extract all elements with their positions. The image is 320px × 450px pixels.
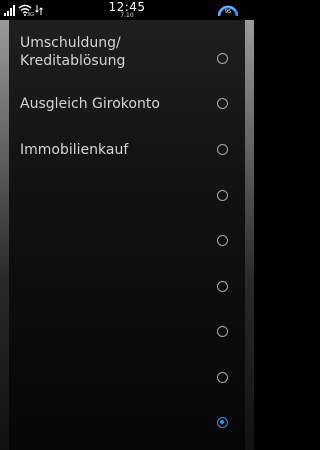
- screen: 3G 12:45 7.10 95 Umschuldung/ Kreditablö…: [0, 0, 254, 450]
- list-item[interactable]: [9, 314, 245, 360]
- option-label: Ausgleich Girokonto: [20, 96, 160, 112]
- radio-button[interactable]: [217, 326, 228, 337]
- radio-button[interactable]: [217, 190, 228, 201]
- list-item[interactable]: [9, 405, 245, 450]
- list-item[interactable]: Immobilienkauf: [9, 132, 245, 178]
- right-edge: [245, 20, 254, 450]
- list-item[interactable]: [9, 269, 245, 315]
- option-label: Umschuldung/ Kreditablösung: [20, 35, 126, 69]
- status-bar: 3G 12:45 7.10 95: [0, 0, 254, 20]
- battery-level: 95: [224, 9, 232, 15]
- radio-button[interactable]: [217, 144, 228, 155]
- date: 7.10: [120, 12, 134, 19]
- radio-button-selected[interactable]: [217, 417, 228, 428]
- list-item[interactable]: [9, 178, 245, 224]
- clock-area: 12:45 7.10: [0, 0, 254, 19]
- list-item[interactable]: [9, 360, 245, 406]
- radio-button[interactable]: [217, 281, 228, 292]
- option-label: Immobilienkauf: [20, 142, 129, 158]
- radio-button[interactable]: [217, 235, 228, 246]
- radio-button[interactable]: [217, 98, 228, 109]
- radio-button[interactable]: [217, 372, 228, 383]
- option-list-dialog: Umschuldung/ Kreditablösung Ausgleich Gi…: [9, 20, 245, 450]
- list-item[interactable]: [9, 223, 245, 269]
- radio-button[interactable]: [217, 53, 228, 64]
- left-edge: [0, 20, 9, 450]
- battery-icon: 95: [217, 1, 239, 19]
- list-item[interactable]: Ausgleich Girokonto: [9, 86, 245, 132]
- list-item[interactable]: Umschuldung/ Kreditablösung: [9, 32, 245, 78]
